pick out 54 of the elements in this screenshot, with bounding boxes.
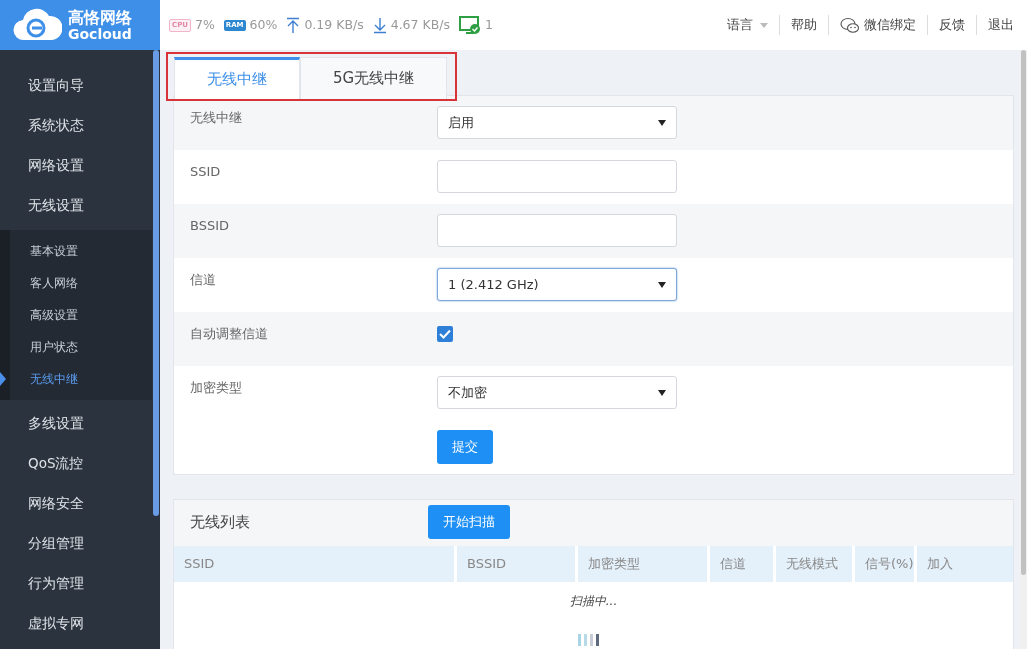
select-field[interactable]: 启用 [437, 106, 677, 139]
sidebar-item[interactable]: 分组管理 [0, 523, 152, 563]
sidebar-subitem[interactable]: 用户状态 [10, 331, 152, 363]
cloud-logo-icon [12, 8, 62, 42]
sidebar-item[interactable]: 设置向导 [0, 65, 152, 105]
clients-reading: 1 [485, 15, 493, 34]
field-label: 信道 [190, 271, 217, 289]
active-marker-icon [0, 372, 6, 386]
input-field[interactable] [437, 160, 677, 193]
input-field[interactable] [437, 214, 677, 247]
scrollbar-thumb[interactable] [153, 50, 159, 516]
sidebar-item[interactable]: 网络设置 [0, 145, 152, 185]
scanning-status: 扫描中... [568, 593, 619, 610]
sidebar-item[interactable]: 网络安全 [0, 483, 152, 523]
header-link[interactable]: 反馈 [927, 15, 976, 35]
ram-reading: 60% [249, 15, 278, 34]
sidebar-subitem[interactable]: 客人网络 [10, 267, 152, 299]
sidebar-subitem[interactable]: 高级设置 [10, 299, 152, 331]
sidebar-item[interactable]: 无线设置 [0, 185, 152, 225]
caret-icon [760, 22, 768, 28]
field-label: SSID [190, 163, 222, 181]
sidebar-item[interactable]: 多线设置 [0, 403, 152, 443]
monitor-check-icon [459, 15, 481, 35]
sidebar-item[interactable]: 系统状态 [0, 105, 152, 145]
header-link[interactable]: 帮助 [779, 15, 828, 35]
wechat-bind-link[interactable]: 微信绑定 [828, 15, 927, 35]
select-field[interactable]: 不加密 [437, 376, 677, 409]
cpu-reading: 7% [194, 15, 215, 34]
download-arrow-icon [372, 16, 387, 34]
wechat-icon [840, 16, 860, 34]
checkbox[interactable] [437, 326, 453, 342]
tab[interactable]: 5G无线中继 [300, 57, 448, 99]
header-link[interactable]: 语言 [716, 15, 779, 35]
brand-name: 高恪网络 [68, 9, 132, 27]
field-label: BSSID [190, 217, 231, 235]
panel-title: 无线列表 [190, 511, 251, 533]
field-label: 加密类型 [190, 379, 243, 397]
sidebar-subitem[interactable]: 无线中继 [10, 363, 152, 395]
scrollbar-thumb[interactable] [1021, 50, 1026, 575]
up-reading: 0.19 KB/s [304, 15, 364, 34]
sidebar-subitem[interactable]: 基本设置 [10, 235, 152, 267]
loading-spinner-icon [578, 634, 599, 646]
field-label: 无线中继 [190, 109, 243, 127]
field-label: 自动调整信道 [190, 325, 269, 343]
tab[interactable]: 无线中继 [174, 57, 300, 99]
sidebar-item[interactable]: 虚拟专网 [0, 603, 152, 643]
sidebar-item[interactable]: 行为管理 [0, 563, 152, 603]
sidebar-item[interactable]: QoS流控 [0, 443, 152, 483]
header-link[interactable]: 退出 [976, 15, 1025, 35]
column-header: 加入 [926, 555, 954, 574]
upload-arrow-icon [286, 16, 301, 34]
select-field[interactable]: 1 (2.412 GHz) [437, 268, 677, 301]
down-reading: 4.67 KB/s [390, 15, 450, 34]
brand-subname: Gocloud [68, 26, 132, 41]
